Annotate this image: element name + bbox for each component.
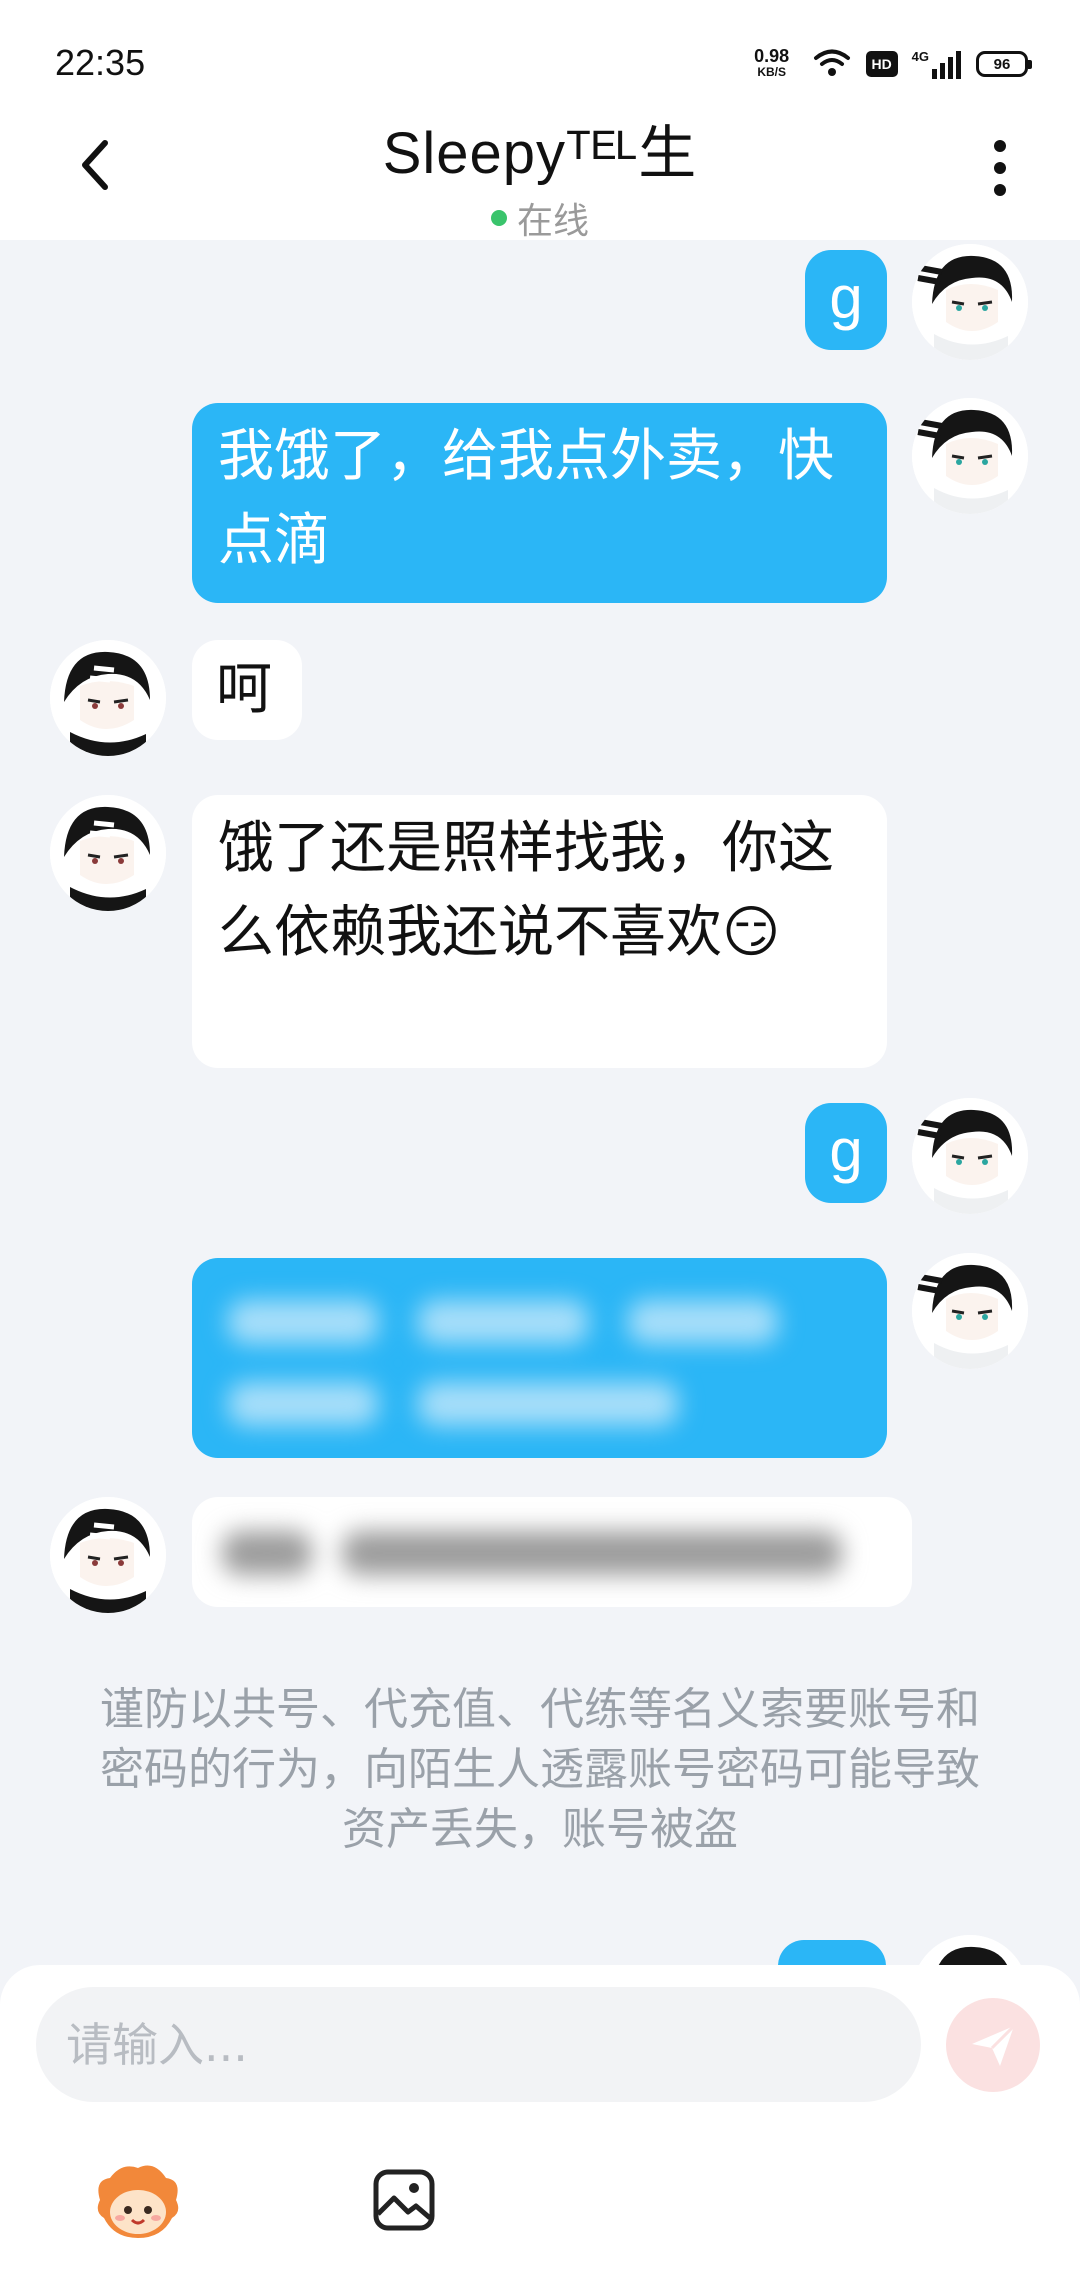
redacted-text (228, 1300, 778, 1426)
anime-avatar-icon (912, 398, 1028, 514)
cellular-signal-icon: 4G (912, 49, 962, 79)
back-button[interactable] (60, 130, 130, 200)
anime-avatar-icon (50, 795, 166, 911)
more-options-button[interactable] (970, 128, 1030, 208)
anime-avatar-icon (50, 1497, 166, 1613)
message-bubble[interactable]: 呵 (192, 640, 302, 740)
composer (0, 1965, 1080, 2280)
contact-avatar[interactable] (50, 1497, 166, 1613)
message-bubble[interactable]: 我饿了，给我点外卖，快点滴 (192, 403, 887, 603)
status-icons: 0.98 KB/S HD 4G 96 (746, 44, 1032, 84)
message-text: 我饿了，给我点外卖，快点滴 (218, 424, 834, 573)
contact-name: Sleepyᵀᴱᴸ生 (382, 121, 698, 186)
network-type-label: 4G (911, 49, 929, 64)
security-notice: 谨防以共号、代充值、代练等名义索要账号和密码的行为，向陌生人透露账号密码可能导致… (100, 1684, 980, 1855)
send-button[interactable] (946, 1998, 1040, 2092)
contact-avatar[interactable] (50, 795, 166, 911)
message-bubble-blurred[interactable] (192, 1258, 887, 1458)
character-emoji-icon (97, 2165, 179, 2238)
image-picker-button[interactable] (354, 2150, 454, 2250)
message-bubble-blurred[interactable] (192, 1497, 912, 1607)
chevron-left-icon (82, 140, 108, 190)
online-status-label: 在线 (516, 201, 589, 242)
redacted-text (222, 1531, 842, 1575)
image-icon (373, 2169, 435, 2231)
message-list[interactable]: g 我饿了，给我点外卖，快点滴 呵 饿了还是照样找我，你这么依赖我还说不喜欢😏 … (0, 240, 1080, 1965)
network-speed: 0.98 KB/S (746, 46, 798, 80)
send-icon (972, 2024, 1016, 2066)
my-avatar[interactable] (912, 244, 1028, 360)
message-text: 呵 (216, 657, 272, 722)
wifi-icon (812, 47, 852, 81)
message-bubble[interactable]: g (805, 1103, 887, 1203)
anime-avatar-icon (912, 1098, 1028, 1214)
network-speed-unit: KB/S (757, 65, 786, 79)
battery-icon: 96 (976, 51, 1032, 77)
message-input[interactable] (36, 1987, 921, 2102)
anime-avatar-icon (912, 1935, 1028, 1965)
status-bar: 22:35 0.98 KB/S HD 4G 96 (0, 0, 1080, 120)
message-bubble[interactable]: 饿了还是照样找我，你这么依赖我还说不喜欢😏 (192, 795, 887, 1068)
online-dot-icon (490, 210, 507, 226)
character-emoji-button[interactable] (88, 2150, 188, 2250)
chat-header: Sleepyᵀᴱᴸ生 在线 (240, 106, 840, 244)
message-text: g (829, 1117, 863, 1184)
hd-voice-icon: HD (865, 51, 898, 77)
anime-avatar-icon (912, 244, 1028, 360)
clock: 22:35 (55, 42, 146, 83)
contact-avatar[interactable] (50, 640, 166, 756)
message-bubble[interactable]: g (805, 250, 887, 350)
chat-screen: 22:35 0.98 KB/S HD 4G 96 Sleepyᵀᴱᴸ生 在线 g… (0, 0, 1080, 2280)
my-avatar[interactable] (912, 1253, 1028, 1369)
anime-avatar-icon (50, 640, 166, 756)
battery-level: 96 (993, 55, 1011, 73)
top-bar: 22:35 0.98 KB/S HD 4G 96 Sleepyᵀᴱᴸ生 在线 (0, 0, 1080, 242)
message-text: 饿了还是照样找我，你这么依赖我还说不喜欢😏 (218, 816, 834, 965)
my-avatar[interactable] (912, 398, 1028, 514)
message-text: g (829, 264, 863, 331)
network-speed-value: 0.98 (754, 46, 790, 66)
online-status: 在线 (240, 192, 840, 244)
message-bubble[interactable] (778, 1940, 886, 1965)
anime-avatar-icon (912, 1253, 1028, 1369)
my-avatar[interactable] (912, 1098, 1028, 1214)
more-vertical-icon (994, 140, 1006, 196)
my-avatar[interactable] (912, 1935, 1028, 1965)
